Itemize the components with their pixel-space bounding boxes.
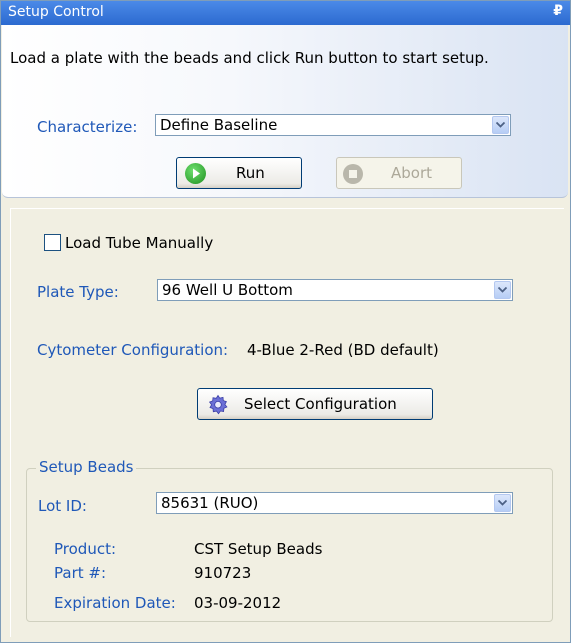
select-configuration-label: Select Configuration [244, 395, 397, 413]
characterize-value: Define Baseline [160, 116, 278, 134]
characterize-select[interactable]: Define Baseline [155, 114, 511, 136]
load-tube-checkbox[interactable] [44, 234, 61, 251]
panel-title: Setup Control [8, 4, 104, 20]
pin-icon[interactable]: ₽ [553, 3, 563, 19]
run-button[interactable]: Run [176, 157, 302, 189]
product-value: CST Setup Beads [194, 540, 323, 558]
dropdown-arrow-icon[interactable] [494, 281, 511, 299]
instruction-text: Load a plate with the beads and click Ru… [10, 49, 489, 67]
characterize-label: Characterize: [37, 118, 138, 136]
lot-id-value: 85631 (RUO) [161, 494, 259, 512]
product-label: Product: [54, 540, 117, 558]
load-tube-label: Load Tube Manually [65, 234, 214, 252]
cytometer-config-value: 4-Blue 2-Red (BD default) [247, 341, 439, 359]
dropdown-arrow-icon[interactable] [492, 116, 509, 134]
play-icon [185, 163, 206, 184]
part-number-label: Part #: [54, 564, 107, 582]
abort-button[interactable]: Abort [336, 157, 462, 189]
expiration-date-label: Expiration Date: [54, 594, 176, 612]
part-number-value: 910723 [194, 564, 252, 582]
cytometer-config-label: Cytometer Configuration: [37, 341, 229, 359]
abort-button-label: Abort [391, 164, 433, 182]
stop-icon [343, 164, 363, 184]
dropdown-arrow-icon[interactable] [494, 494, 511, 512]
panel-titlebar: Setup Control ₽ [1, 1, 570, 25]
plate-type-select[interactable]: 96 Well U Bottom [157, 279, 513, 301]
select-configuration-button[interactable]: Select Configuration [197, 388, 433, 420]
setup-beads-title: Setup Beads [36, 458, 137, 476]
lot-id-label: Lot ID: [38, 497, 87, 515]
lot-id-select[interactable]: 85631 (RUO) [156, 492, 513, 514]
plate-type-label: Plate Type: [37, 283, 119, 301]
gear-icon [207, 394, 229, 416]
plate-type-value: 96 Well U Bottom [162, 281, 293, 299]
setup-control-panel: Setup Control ₽ Load a plate with the be… [0, 0, 571, 643]
expiration-date-value: 03-09-2012 [194, 594, 282, 612]
run-button-label: Run [236, 164, 265, 182]
